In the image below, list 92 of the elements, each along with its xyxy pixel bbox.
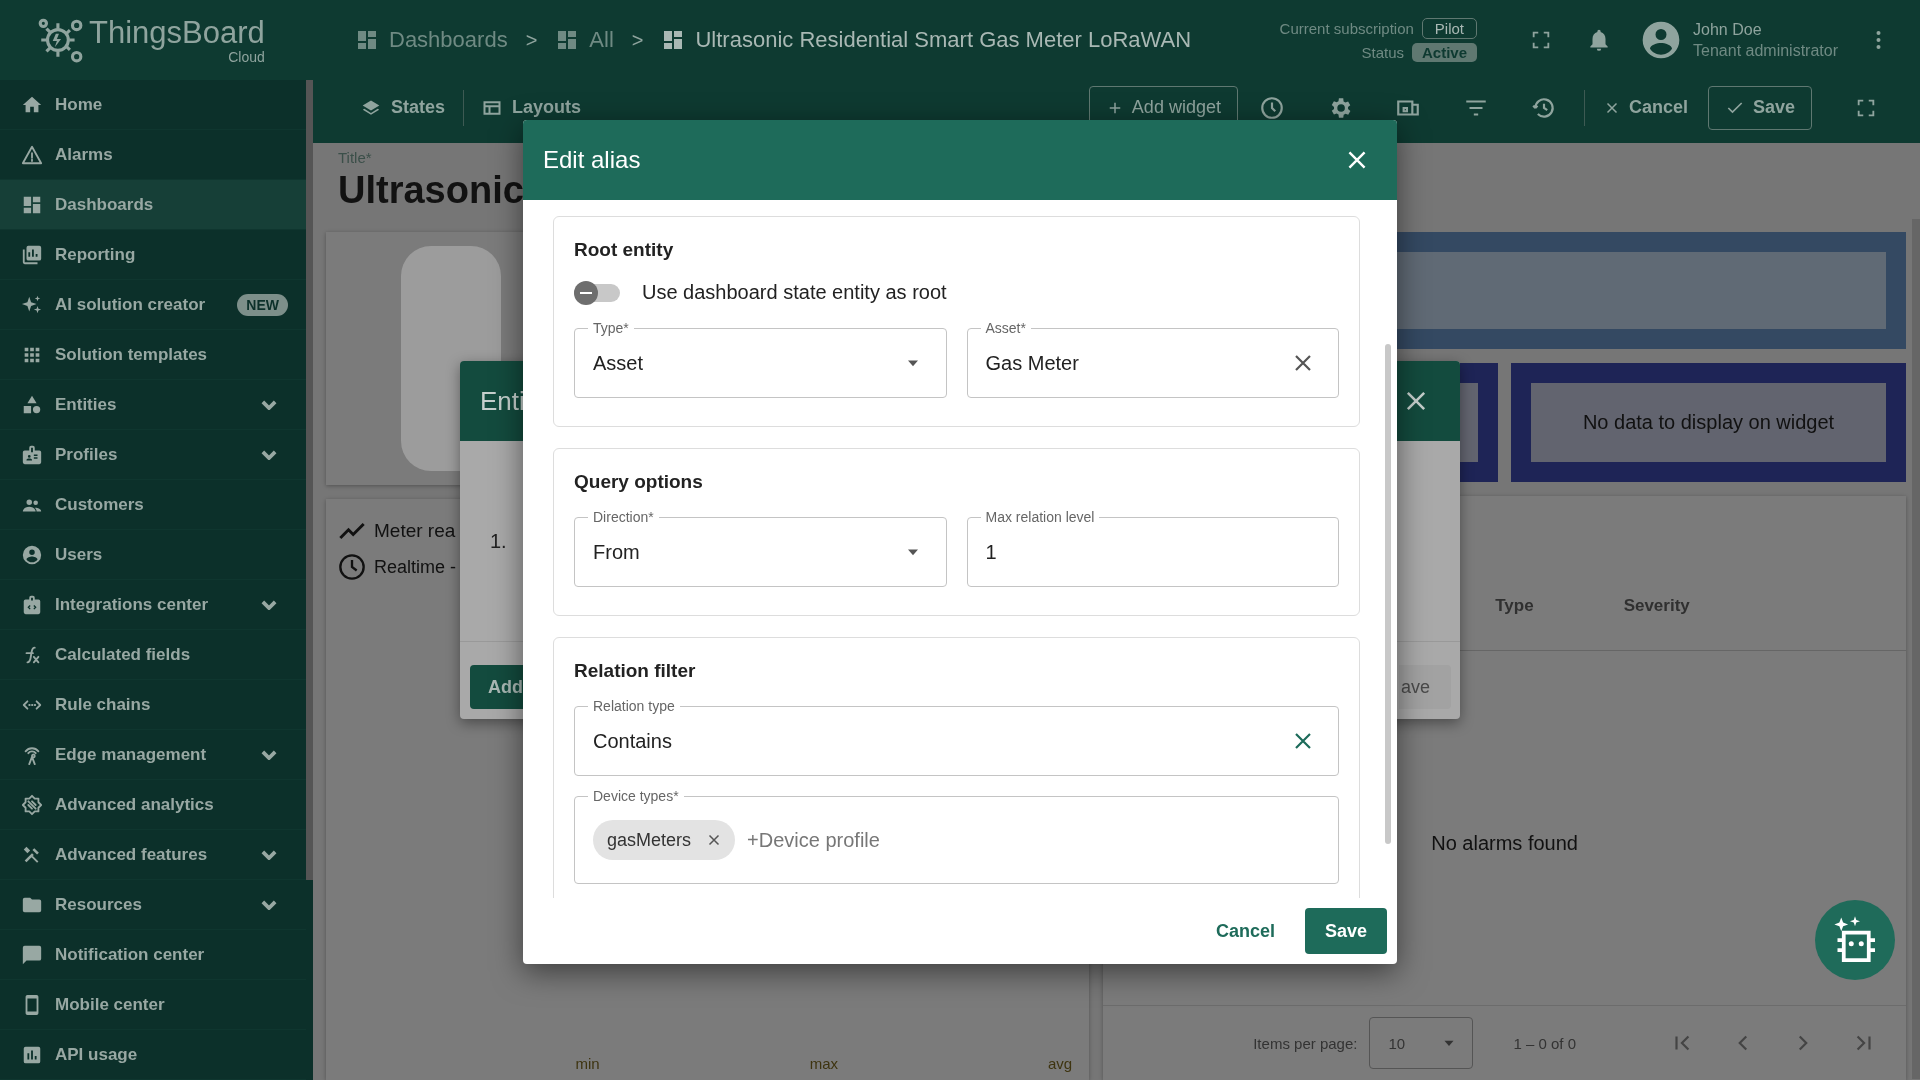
sidebar-item[interactable]: Mobile center	[0, 980, 306, 1030]
sidebar-item[interactable]: Users	[0, 530, 306, 580]
scrollbar[interactable]	[306, 80, 313, 880]
save-button[interactable]: Save	[1304, 908, 1387, 954]
sidebar-item[interactable]: Profiles	[0, 430, 306, 480]
legend-header: avg	[1048, 1055, 1073, 1072]
title-label: Title*	[338, 149, 372, 166]
subscription-label: Current subscription	[1279, 20, 1414, 37]
chevron-down-icon	[261, 599, 277, 610]
empty-message: No alarms found	[1431, 831, 1578, 855]
chevron-down-icon	[261, 399, 277, 410]
more-vertical-icon	[1875, 29, 1881, 51]
field-label: Relation type	[588, 697, 680, 715]
field-label: Device types*	[588, 787, 684, 805]
toolbar-tab[interactable]: States	[349, 97, 458, 118]
input-field[interactable]: Relation type Contains	[574, 697, 1339, 776]
status-badge: Active	[1412, 43, 1478, 62]
sidebar-item[interactable]: API usage	[0, 1030, 306, 1080]
widget-title: Meter rea	[374, 520, 456, 542]
sidebar-item[interactable]: Home	[0, 80, 306, 130]
sidebar-item[interactable]: Resources	[0, 880, 306, 930]
column-header[interactable]: Type	[1495, 596, 1534, 650]
sidebar-item[interactable]: AI solution creator NEW	[0, 280, 306, 330]
field-value: Asset	[593, 351, 645, 375]
dashboard-icon	[355, 28, 379, 52]
empty-message: No data to display on widget	[1582, 411, 1835, 434]
clock-icon	[1258, 94, 1285, 121]
sidebar-item[interactable]: Notification center	[0, 930, 306, 980]
sidebar-item[interactable]: Advanced analytics	[0, 780, 306, 830]
input-field[interactable]: Asset* Gas Meter	[966, 319, 1339, 398]
section-title: Query options	[574, 471, 704, 493]
page-size-select[interactable]: 10	[1369, 1017, 1474, 1069]
section-title: Relation filter	[574, 660, 697, 682]
field-value: 1	[985, 540, 998, 564]
cancel-button[interactable]: Cancel	[1590, 97, 1700, 118]
breadcrumb-link[interactable]: Ultrasonic Residential Smart Gas Meter LoRaWAN	[661, 27, 1192, 53]
user-name: John Doe	[1693, 20, 1763, 39]
breadcrumb-separator: >	[525, 28, 538, 52]
analytics-icon	[21, 793, 43, 816]
logo-subtitle: Cloud	[228, 50, 265, 64]
page-range: 1 – 0 of 0	[1513, 1034, 1576, 1052]
breadcrumb-separator: >	[631, 28, 644, 52]
field-value: Contains	[593, 729, 673, 753]
column-header[interactable]: Severity	[1623, 596, 1690, 650]
field-value: Gas Meter	[985, 351, 1080, 375]
chip[interactable]: gasMeters	[593, 820, 736, 860]
sparkle-icon	[21, 293, 43, 316]
clock-icon	[338, 553, 366, 581]
report-icon	[21, 243, 43, 266]
cancel-button[interactable]: Cancel	[1203, 910, 1287, 952]
sidebar-item[interactable]: Entities	[0, 380, 306, 430]
status-label: Status	[1361, 44, 1404, 61]
row-number: 1.	[490, 529, 507, 553]
plan-badge: Pilot	[1421, 18, 1478, 39]
save-button[interactable]: ave	[1399, 665, 1451, 709]
logo-name: ThingsBoard	[89, 16, 265, 50]
breadcrumb-link[interactable]: Dashboards	[355, 27, 508, 53]
sidebar-item[interactable]: Dashboards	[0, 180, 306, 230]
chip-input-field[interactable]: Device types* gasMeters +Device profile	[574, 787, 1339, 884]
dashboard-title: Ultrasonic	[338, 168, 524, 213]
warning-icon	[21, 143, 43, 166]
select-field[interactable]: Direction* From	[574, 508, 947, 587]
new-badge: NEW	[237, 293, 288, 316]
chevron-down-icon	[261, 899, 277, 910]
breadcrumb-link[interactable]: All	[555, 27, 614, 53]
sidebar-item[interactable]: Edge management	[0, 730, 306, 780]
sidebar-item[interactable]: Reporting	[0, 230, 306, 280]
chevron-down-icon	[261, 749, 277, 760]
timewindow-label: Realtime -	[374, 556, 457, 578]
field-value: From	[593, 540, 641, 564]
chevron-down-icon	[261, 849, 277, 860]
sidebar-item[interactable]: Advanced features	[0, 830, 306, 880]
input-field[interactable]: Max relation level 1	[966, 508, 1339, 587]
user-role: Tenant administrator	[1693, 41, 1838, 60]
save-button[interactable]: Save	[1707, 85, 1812, 130]
toolbar-tab[interactable]: Layouts	[470, 97, 594, 118]
section-title: Root entity	[574, 239, 675, 261]
integration-icon	[21, 593, 43, 616]
sidebar-item[interactable]: Integrations center	[0, 580, 306, 630]
dialog-title: Edit alias	[543, 146, 641, 174]
chat-icon	[21, 943, 43, 966]
placeholder-text: +Device profile	[747, 828, 880, 852]
id-badge-icon	[21, 443, 43, 466]
select-field[interactable]: Type* Asset	[574, 319, 947, 398]
toggle-label: Use dashboard state entity as root	[642, 281, 947, 304]
user-icon	[21, 543, 43, 566]
chevron-down-icon	[261, 449, 277, 460]
toggle-switch[interactable]	[574, 283, 620, 302]
page-size-label: Items per page:	[1253, 1034, 1358, 1052]
dialog-title: Enti	[480, 385, 525, 417]
legend-header: min	[575, 1055, 600, 1072]
legend-header: max	[809, 1055, 838, 1072]
